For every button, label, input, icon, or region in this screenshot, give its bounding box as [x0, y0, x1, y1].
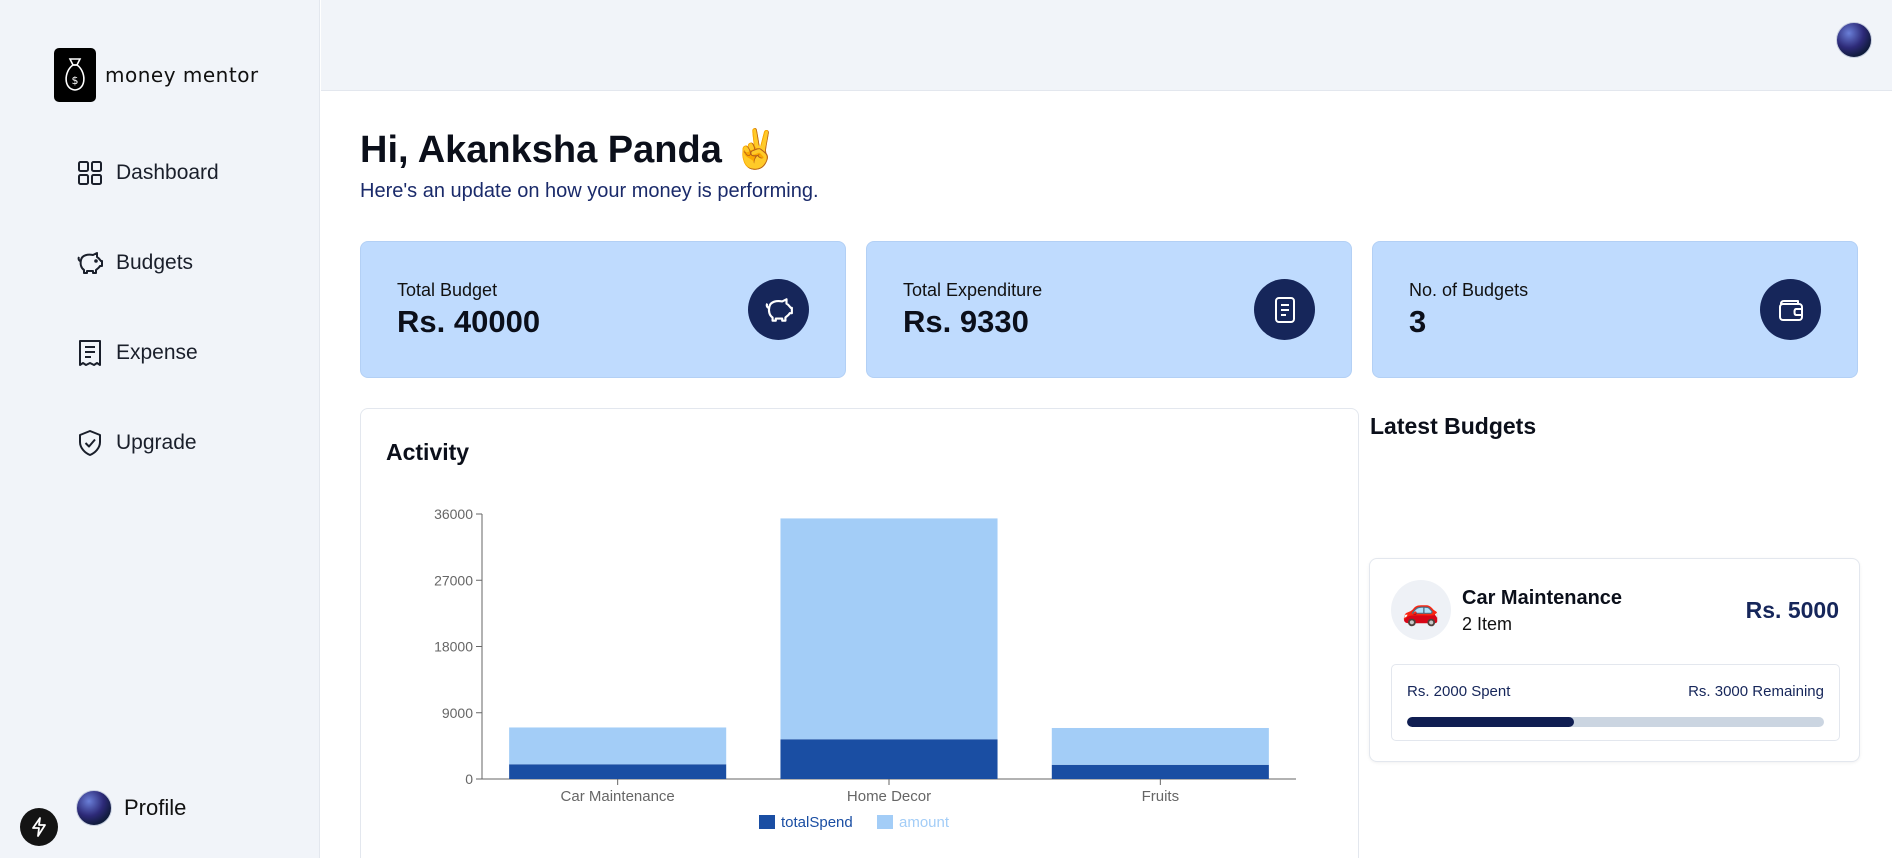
x-tick-label: Home Decor [847, 788, 931, 805]
wallet-icon [1760, 279, 1821, 340]
app-name: money mentor [105, 63, 259, 87]
legend-swatch [877, 815, 893, 829]
lightning-icon[interactable] [20, 808, 58, 846]
legend-swatch [759, 815, 775, 829]
profile-label: Profile [124, 795, 187, 820]
y-tick-label: 36000 [434, 506, 473, 522]
legend-label: totalSpend [781, 814, 853, 831]
sidebar-item-expense[interactable]: Expense [76, 333, 198, 373]
card-label: No. of Budgets [1409, 280, 1529, 300]
bar-amount [780, 518, 998, 740]
receipt-icon [1254, 279, 1315, 340]
bar-totalSpend [780, 739, 998, 779]
shield-check-icon [76, 429, 104, 457]
piggy-bank-icon [748, 279, 809, 340]
sidebar-item-label: Upgrade [116, 431, 197, 454]
total-budget-card: Total Budget Rs. 40000 [360, 241, 846, 378]
progress-fill [1407, 717, 1574, 727]
budget-item-count: 2 Item [1462, 614, 1513, 634]
x-tick-label: Fruits [1142, 788, 1180, 805]
y-tick-label: 27000 [434, 572, 473, 588]
receipt-icon [76, 339, 104, 367]
dashboard-grid-icon [76, 159, 104, 187]
sidebar-item-label: Budgets [116, 251, 194, 274]
card-label: Total Budget [397, 280, 498, 300]
budget-name: Car Maintenance [1462, 587, 1623, 609]
bar-amount [509, 727, 727, 765]
piggy-bank-icon [76, 249, 104, 277]
sidebar-item-label: Expense [116, 341, 198, 364]
page-subtitle: Here's an update on how your money is pe… [360, 180, 819, 202]
budget-amount: Rs. 5000 [1745, 597, 1839, 623]
top-bar [321, 0, 1892, 91]
activity-panel: Activity 0 9000 18000 27000 36000 Car Mainten… [360, 408, 1359, 858]
latest-budgets-title: Latest Budgets [1370, 413, 1537, 439]
bar-totalSpend [1051, 764, 1269, 779]
svg-text:$: $ [72, 74, 79, 87]
sidebar: $ money mentor Dashboard Budgets Expense… [0, 0, 320, 858]
card-value: Rs. 9330 [903, 304, 1029, 339]
sidebar-item-dashboard[interactable]: Dashboard [76, 153, 219, 193]
total-expenditure-card: Total Expenditure Rs. 9330 [866, 241, 1352, 378]
bar-amount [1051, 727, 1269, 765]
y-tick-label: 9000 [442, 705, 473, 721]
sidebar-profile[interactable]: Profile [76, 790, 186, 826]
remaining-text: Rs. 3000 Remaining [1688, 683, 1824, 700]
user-avatar[interactable] [1836, 22, 1872, 58]
legend-label: amount [899, 814, 950, 831]
car-icon: 🚗 [1391, 580, 1451, 640]
sidebar-item-budgets[interactable]: Budgets [76, 243, 193, 283]
sidebar-item-label: Dashboard [116, 161, 219, 184]
avatar [76, 790, 112, 826]
bar-totalSpend [509, 764, 727, 779]
card-label: Total Expenditure [903, 280, 1043, 300]
spent-text: Rs. 2000 Spent [1407, 683, 1511, 700]
app-logo[interactable]: $ money mentor [54, 48, 259, 102]
card-value: Rs. 40000 [397, 304, 541, 339]
activity-bar-chart: 0 9000 18000 27000 36000 Car Maintenance Home … [434, 506, 1296, 831]
card-value: 3 [1409, 304, 1427, 339]
page-title: Hi, Akanksha Panda ✌️ [360, 129, 780, 171]
budget-count-card: No. of Budgets 3 [1372, 241, 1858, 378]
budget-card-car-maintenance[interactable]: 🚗 Car Maintenance 2 Item Rs. 5000 Rs. 20… [1369, 558, 1860, 762]
y-tick-label: 18000 [434, 639, 473, 655]
y-tick-label: 0 [465, 771, 473, 787]
money-bag-icon: $ [54, 48, 96, 102]
progress-track [1407, 717, 1824, 727]
x-tick-label: Car Maintenance [561, 788, 675, 805]
sidebar-item-upgrade[interactable]: Upgrade [76, 423, 197, 463]
budget-progress-box: Rs. 2000 Spent Rs. 3000 Remaining [1391, 664, 1840, 741]
